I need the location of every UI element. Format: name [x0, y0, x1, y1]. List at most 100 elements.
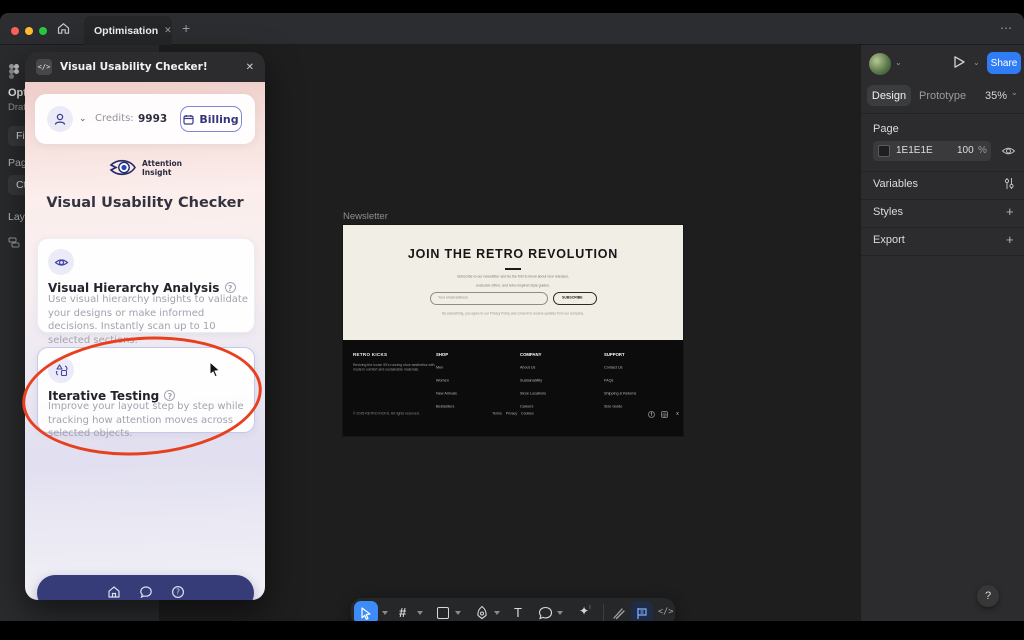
nav-help-icon[interactable]: ?	[171, 584, 185, 601]
footer-link[interactable]: Store Locations	[520, 389, 546, 398]
shape-tool-button[interactable]	[437, 607, 449, 619]
zoom-level[interactable]: 35%	[985, 90, 1007, 102]
account-button[interactable]	[47, 106, 73, 132]
tab-design[interactable]: Design	[867, 85, 911, 106]
toolbar-divider	[603, 604, 604, 621]
tab-bar: Optimisation ✕ + ⋯	[0, 13, 1024, 45]
newsletter-frame[interactable]: JOIN THE RETRO REVOLUTION Subscribe to o…	[343, 225, 683, 436]
footer-legal-links[interactable]: Terms Privacy Cookies	[343, 412, 683, 416]
pen-tool-button[interactable]	[475, 605, 489, 621]
avatar-chevron-icon[interactable]: ⌄	[895, 58, 902, 67]
card-description: Use visual hierarchy insights to validat…	[48, 293, 248, 347]
footer-link[interactable]: Shipping & Returns	[604, 389, 636, 398]
add-style-button[interactable]: +	[1006, 204, 1014, 219]
iterative-testing-card[interactable]: Iterative Testing ? Improve your layout …	[37, 347, 255, 433]
social-instagram-icon[interactable]: ◎	[661, 411, 668, 418]
attention-insight-logo: Attention Insight	[25, 158, 265, 177]
footer-col-title: SHOP	[436, 352, 448, 357]
comment-tool-chevron-icon[interactable]	[557, 611, 563, 615]
plugin-bottom-nav: ?	[37, 575, 254, 600]
subscribe-button[interactable]: SUBSCRIBE	[553, 292, 597, 305]
footer-link[interactable]: Careers	[520, 402, 546, 411]
move-tool-button[interactable]	[354, 601, 378, 621]
footer-link[interactable]: New Arrivals	[436, 389, 457, 398]
newsletter-subtitle-line2: exclusive offers, and retro-inspired sty…	[343, 284, 683, 288]
figma-logo-icon[interactable]	[8, 63, 20, 85]
section-variables[interactable]: Variables	[873, 178, 918, 190]
footer-link[interactable]: Bestsellers	[436, 402, 457, 411]
footer-link[interactable]: Sustainability	[520, 376, 546, 385]
page-color-hex[interactable]: 1E1E1E	[896, 145, 933, 156]
dev-mode-button[interactable]: </>	[658, 607, 673, 617]
zoom-window-button[interactable]	[39, 27, 47, 35]
tab-prototype[interactable]: Prototype	[919, 90, 966, 102]
present-chevron-icon[interactable]: ⌄	[973, 58, 980, 67]
layers-icon[interactable]	[8, 235, 21, 253]
newsletter-legal: By subscribing, you agree to our Privacy…	[343, 312, 683, 316]
frame-tool-button[interactable]: #	[399, 605, 406, 620]
section-styles[interactable]: Styles	[873, 206, 903, 218]
person-icon	[53, 112, 67, 126]
page-color-field[interactable]: 1E1E1E 100 %	[873, 141, 991, 161]
avatar[interactable]	[869, 53, 891, 75]
section-export[interactable]: Export	[873, 234, 905, 246]
email-input[interactable]: Your email address	[430, 292, 548, 305]
credits-label: Credits:	[95, 113, 134, 124]
minimize-window-button[interactable]	[25, 27, 33, 35]
newsletter-section: JOIN THE RETRO REVOLUTION Subscribe to o…	[343, 225, 683, 340]
plugin-title: Visual Usability Checker!	[60, 61, 238, 73]
visibility-eye-icon[interactable]	[1001, 144, 1016, 162]
social-twitter-icon[interactable]: x	[674, 411, 681, 418]
help-button[interactable]: ?	[977, 585, 999, 607]
nav-home-icon[interactable]	[107, 584, 121, 601]
logo-text-line1: Attention	[142, 159, 182, 168]
frame-tool-chevron-icon[interactable]	[417, 611, 423, 615]
window-overflow-menu[interactable]: ⋯	[1000, 21, 1013, 35]
add-export-button[interactable]: +	[1006, 232, 1014, 247]
footer-link[interactable]: Contact Us	[604, 363, 636, 372]
share-button[interactable]: Share	[987, 52, 1021, 74]
footer-section: RETRO KICKS Reviving the iconic 90's run…	[343, 340, 683, 436]
frame-label[interactable]: Newsletter	[343, 211, 388, 222]
footer-link[interactable]: FAQs	[604, 376, 636, 385]
shape-tool-chevron-icon[interactable]	[455, 611, 461, 615]
social-facebook-icon[interactable]: f	[648, 411, 655, 418]
variables-adjust-icon[interactable]	[1003, 177, 1015, 195]
plugin-mode-button[interactable]	[631, 601, 653, 621]
page-opacity[interactable]: 100	[957, 145, 974, 156]
present-icon[interactable]	[951, 54, 967, 75]
plugin-window: </> Visual Usability Checker! ✕ ⌄ Credit…	[25, 52, 265, 600]
help-icon[interactable]: ?	[225, 282, 236, 293]
new-tab-button[interactable]: +	[182, 20, 190, 36]
tab-close-icon[interactable]: ✕	[164, 25, 172, 36]
pen-tool-chevron-icon[interactable]	[494, 611, 500, 615]
color-swatch[interactable]	[878, 145, 890, 157]
account-chevron-icon[interactable]: ⌄	[79, 114, 87, 124]
plugin-flag-icon	[636, 607, 648, 620]
footer-brand: RETRO KICKS	[353, 352, 387, 357]
eye-icon	[54, 257, 69, 268]
move-cursor-icon	[360, 607, 372, 620]
canvas[interactable]: Newsletter JOIN THE RETRO REVOLUTION Sub…	[160, 45, 860, 621]
footer-link[interactable]: Size Guide	[604, 402, 636, 411]
home-icon[interactable]	[56, 21, 71, 41]
zoom-chevron-icon[interactable]: ⌄	[1011, 88, 1018, 97]
nav-chat-icon[interactable]	[139, 584, 153, 601]
percent-sign: %	[978, 145, 987, 156]
text-tool-button[interactable]: T	[514, 605, 522, 620]
tab-optimisation[interactable]: Optimisation ✕	[84, 16, 172, 45]
footer-link[interactable]: Women	[436, 376, 457, 385]
comment-tool-button[interactable]	[538, 606, 553, 621]
footer-link[interactable]: About Us	[520, 363, 546, 372]
billing-button[interactable]: Billing	[180, 106, 242, 132]
close-window-button[interactable]	[11, 27, 19, 35]
draw-mode-icon[interactable]	[612, 606, 626, 621]
card-description: Improve your layout step by step while t…	[48, 400, 252, 441]
plugin-header[interactable]: </> Visual Usability Checker! ✕	[25, 52, 265, 82]
plugin-close-icon[interactable]: ✕	[246, 62, 254, 73]
visual-hierarchy-card[interactable]: Visual Hierarchy Analysis ? Use visual h…	[37, 238, 255, 333]
plugin-icon: </>	[36, 59, 52, 75]
move-tool-chevron-icon[interactable]	[382, 611, 388, 615]
footer-link[interactable]: Men	[436, 363, 457, 372]
actions-tool-button[interactable]: ✦∶	[579, 604, 591, 618]
